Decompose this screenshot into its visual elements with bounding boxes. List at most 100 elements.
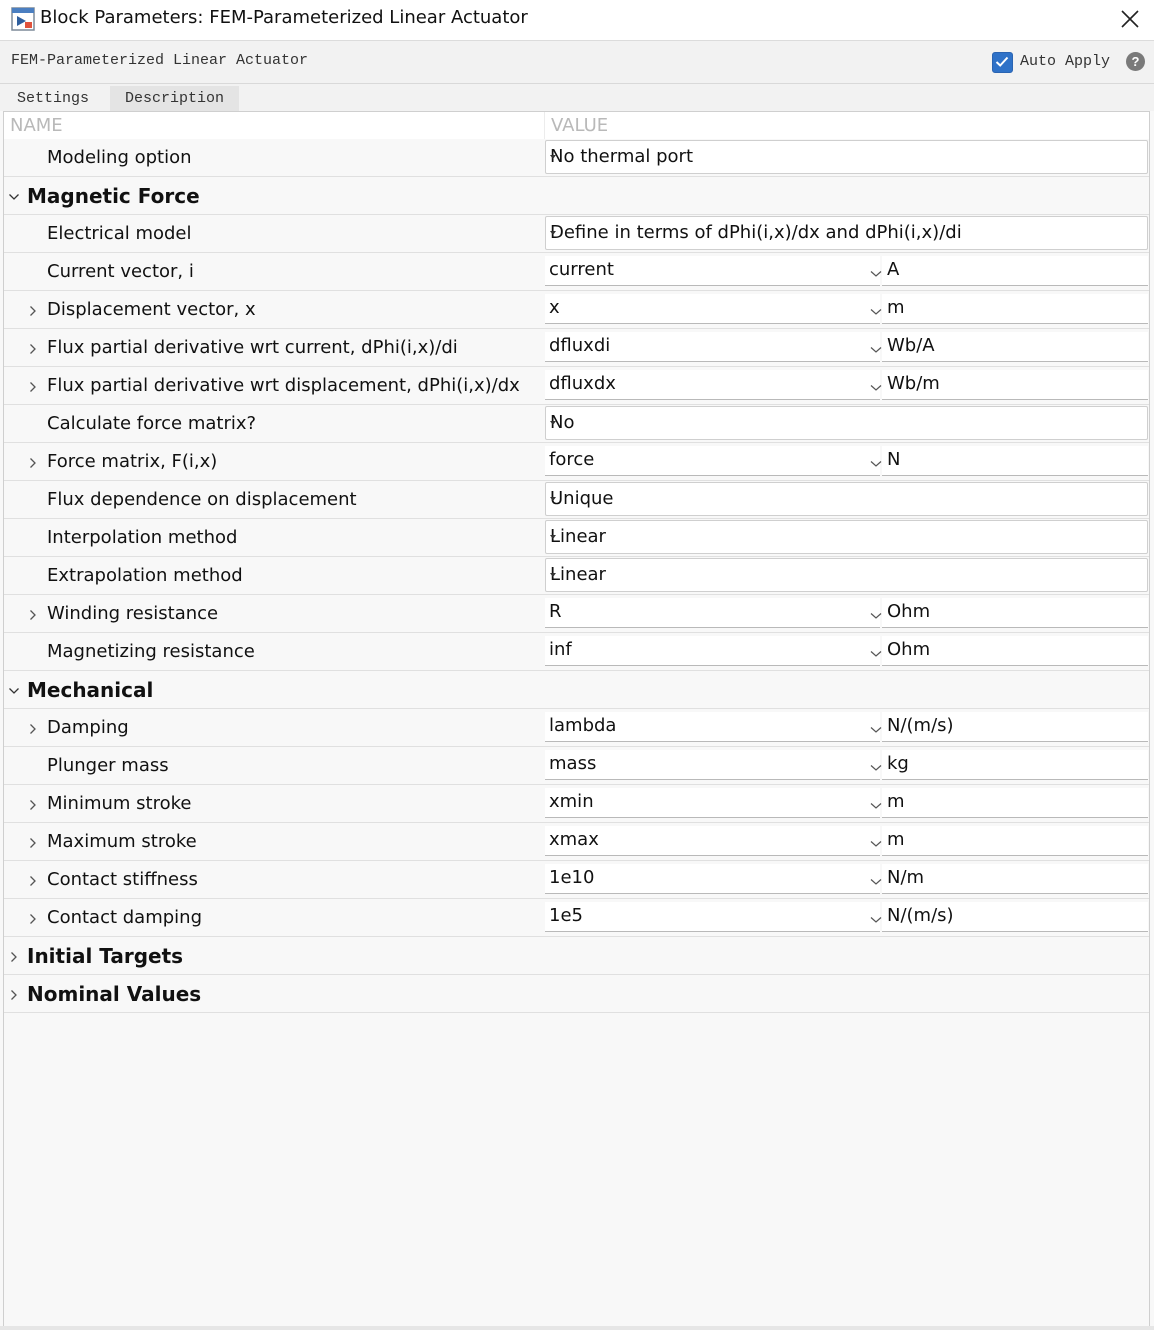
param-label: Maximum stroke (47, 831, 197, 852)
section-mechanical[interactable]: Mechanical (4, 671, 1149, 709)
param-row-current-vector-i: Current vector, i current A (4, 253, 1149, 291)
param-label: Winding resistance (47, 603, 219, 624)
displacement-vector-x-field[interactable]: x (545, 294, 880, 324)
caret-down-icon (550, 231, 556, 235)
section-nominal-values[interactable]: Nominal Values (4, 975, 1149, 1013)
plunger-mass-field[interactable]: mass (545, 750, 880, 780)
current-vector-i-field[interactable]: current (545, 256, 880, 286)
value-cell: No thermal port (545, 139, 1149, 176)
chevron-right-icon[interactable] (26, 835, 40, 849)
chevron-right-icon[interactable] (26, 303, 40, 317)
param-label: Flux partial derivative wrt displacement… (47, 375, 520, 396)
chevron-down-icon[interactable] (7, 189, 21, 203)
chevron-right-icon[interactable] (26, 797, 40, 811)
unit-value: Wb/A (887, 335, 935, 356)
flux-partial-derivative-wrt-current-dphi-i-x-di-field[interactable]: dfluxdi (545, 332, 880, 362)
field-value: mass (549, 753, 597, 774)
field-value: force (549, 449, 595, 470)
field-value: xmax (549, 829, 599, 850)
magnetizing-resistance-field[interactable]: inf (545, 636, 880, 666)
chevron-down-icon[interactable] (7, 683, 21, 697)
dropdown-value: Linear (550, 564, 606, 585)
damping-field[interactable]: lambda (545, 712, 880, 742)
param-label: Plunger mass (47, 755, 169, 776)
contact-stiffness-field[interactable]: 1e10 (545, 864, 880, 894)
damping-unit-select[interactable]: N/(m/s) (870, 712, 1148, 742)
section-magnetic-force[interactable]: Magnetic Force (4, 177, 1149, 215)
section-initial-targets[interactable]: Initial Targets (4, 937, 1149, 975)
displacement-vector-x-unit-select[interactable]: m (870, 294, 1148, 324)
value-cell: 1e5 N/(m/s) (545, 899, 1149, 936)
value-cell: 1e10 N/m (545, 861, 1149, 898)
checkmark-icon (995, 56, 1009, 67)
param-label: Contact damping (47, 907, 203, 928)
parameter-grid: NAME VALUE Modeling option No thermal por… (3, 111, 1150, 1326)
dropdown-value: Define in terms of dPhi(i,x)/dx and dPhi… (550, 222, 962, 243)
unit-value: kg (887, 753, 909, 774)
param-row-electrical-model: Electrical model Define in terms of dPhi(… (4, 215, 1149, 253)
caret-down-icon (550, 535, 556, 539)
flux-dependence-on-displacement-dropdown[interactable]: Unique (545, 482, 1148, 516)
caret-down-icon (550, 421, 556, 425)
value-cell: R Ohm (545, 595, 1149, 632)
chevron-right-icon[interactable] (26, 455, 40, 469)
auto-apply-label: Auto Apply (1020, 53, 1111, 70)
block-name: FEM-Parameterized Linear Actuator (11, 52, 309, 69)
dialog-bottom-edge (0, 1326, 1154, 1330)
chevron-right-icon[interactable] (26, 911, 40, 925)
auto-apply-checkbox[interactable] (992, 52, 1013, 73)
minimum-stroke-field[interactable]: xmin (545, 788, 880, 818)
contact-damping-field[interactable]: 1e5 (545, 902, 880, 932)
extrapolation-method-dropdown[interactable]: Linear (545, 558, 1148, 592)
param-label: Electrical model (47, 223, 192, 244)
maximum-stroke-unit-select[interactable]: m (870, 826, 1148, 856)
chevron-right-icon[interactable] (26, 607, 40, 621)
field-value: current (549, 259, 614, 280)
flux-partial-derivative-wrt-displacement-dphi-i-x-dx-field[interactable]: dfluxdx (545, 370, 880, 400)
current-vector-i-unit-select[interactable]: A (870, 256, 1148, 286)
value-cell: dfluxdi Wb/A (545, 329, 1149, 366)
chevron-right-icon[interactable] (7, 949, 21, 963)
calculate-force-matrix-dropdown[interactable]: No (545, 406, 1148, 440)
force-matrix-f-i-x-unit-select[interactable]: N (870, 446, 1148, 476)
interpolation-method-dropdown[interactable]: Linear (545, 520, 1148, 554)
field-value: inf (549, 639, 572, 660)
param-label: Minimum stroke (47, 793, 192, 814)
chevron-right-icon[interactable] (26, 721, 40, 735)
minimum-stroke-unit-select[interactable]: m (870, 788, 1148, 818)
value-cell: Define in terms of dPhi(i,x)/dx and dPhi… (545, 215, 1149, 252)
param-row-displacement-vector-x: Displacement vector, xxm (4, 291, 1149, 329)
winding-resistance-unit-select[interactable]: Ohm (870, 598, 1148, 628)
unit-value: N/(m/s) (887, 905, 954, 926)
unit-value: Wb/m (887, 373, 940, 394)
close-button[interactable] (1110, 0, 1150, 38)
value-cell: lambda N/(m/s) (545, 709, 1149, 746)
contact-damping-unit-select[interactable]: N/(m/s) (870, 902, 1148, 932)
help-icon[interactable]: ? (1126, 52, 1145, 71)
value-cell: mass kg (545, 747, 1149, 784)
param-row-modeling-option: Modeling option No thermal port (4, 139, 1149, 177)
force-matrix-f-i-x-field[interactable]: force (545, 446, 880, 476)
electrical-model-dropdown[interactable]: Define in terms of dPhi(i,x)/dx and dPhi… (545, 216, 1148, 250)
tab-settings[interactable]: Settings (9, 86, 109, 111)
param-row-interpolation-method: Interpolation method Linear (4, 519, 1149, 557)
param-row-plunger-mass: Plunger mass mass kg (4, 747, 1149, 785)
modeling-option-dropdown[interactable]: No thermal port (545, 140, 1148, 174)
magnetizing-resistance-unit-select[interactable]: Ohm (870, 636, 1148, 666)
chevron-right-icon[interactable] (26, 873, 40, 887)
flux-partial-derivative-wrt-current-dphi-i-x-di-unit-select[interactable]: Wb/A (870, 332, 1148, 362)
chevron-right-icon[interactable] (26, 379, 40, 393)
dropdown-value: Unique (550, 488, 614, 509)
contact-stiffness-unit-select[interactable]: N/m (870, 864, 1148, 894)
winding-resistance-field[interactable]: R (545, 598, 880, 628)
name-column-header: NAME (10, 115, 63, 136)
plunger-mass-unit-select[interactable]: kg (870, 750, 1148, 780)
param-label: Flux dependence on displacement (47, 489, 357, 510)
chevron-right-icon[interactable] (7, 987, 21, 1001)
tab-description[interactable]: Description (110, 86, 239, 111)
param-row-force-matrix-f-i-x: Force matrix, F(i,x) force N (4, 443, 1149, 481)
field-value: 1e10 (549, 867, 595, 888)
flux-partial-derivative-wrt-displacement-dphi-i-x-dx-unit-select[interactable]: Wb/m (870, 370, 1148, 400)
chevron-right-icon[interactable] (26, 341, 40, 355)
maximum-stroke-field[interactable]: xmax (545, 826, 880, 856)
